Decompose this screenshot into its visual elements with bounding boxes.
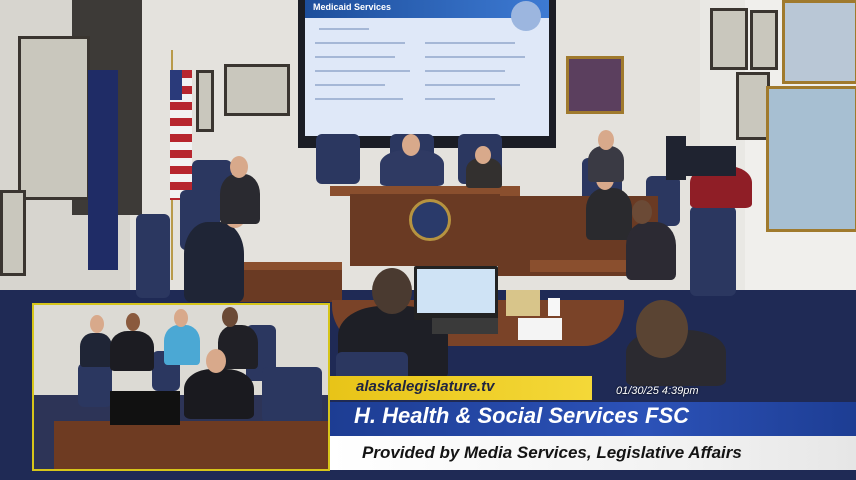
person-head xyxy=(206,349,226,373)
slide-text-line xyxy=(315,70,410,72)
pip-monitor xyxy=(110,391,180,425)
website-text: alaskalegislature.tv xyxy=(356,378,495,395)
chair xyxy=(316,134,360,184)
member-person xyxy=(164,325,200,365)
chair xyxy=(262,367,322,423)
laptop-monitor xyxy=(414,266,498,320)
person-head xyxy=(598,130,614,150)
person-head xyxy=(90,315,104,333)
credit-text: Provided by Media Services, Legislative … xyxy=(362,443,742,462)
state-seal-icon xyxy=(409,199,451,241)
chair xyxy=(690,206,736,296)
wall-picture-frame xyxy=(0,190,26,276)
member-person xyxy=(626,222,676,280)
member-person xyxy=(588,146,624,182)
member-person xyxy=(220,174,260,224)
slide-text-line xyxy=(315,84,385,86)
desk-monitor xyxy=(666,136,686,180)
person-head xyxy=(372,268,412,314)
slide-text-line xyxy=(425,56,525,58)
chair xyxy=(78,363,112,407)
wall-picture-frame xyxy=(196,70,214,132)
committee-title-text: H. Health & Social Services FSC xyxy=(354,403,690,428)
alaska-flag xyxy=(88,70,118,270)
person-head xyxy=(126,313,140,331)
person-head xyxy=(475,146,491,164)
person-head xyxy=(222,307,238,327)
pip-counter xyxy=(54,421,328,469)
person-head xyxy=(632,200,652,224)
member-person xyxy=(80,333,112,367)
member-person xyxy=(586,188,632,240)
wall-map-frame xyxy=(782,0,856,84)
picture-in-picture-camera xyxy=(32,303,330,471)
desk-speaker xyxy=(506,290,540,316)
person-head xyxy=(636,300,688,358)
projector-screen: Medicaid Services xyxy=(305,0,549,136)
person-head xyxy=(402,134,420,156)
wall-picture-frame xyxy=(736,72,770,140)
committee-room-video-frame: Medicaid Services alaskalegislature.tv 0… xyxy=(0,0,856,480)
member-person xyxy=(110,331,154,371)
slide-text-line xyxy=(425,42,515,44)
wall-portrait-frame xyxy=(566,56,624,114)
wall-map-frame xyxy=(18,36,90,200)
slide-text-line xyxy=(425,70,505,72)
slide-text-line xyxy=(315,98,403,100)
paper-cup xyxy=(548,298,560,316)
slide-text-line xyxy=(319,28,369,30)
paper-notepad xyxy=(518,318,562,340)
person-head xyxy=(230,156,248,178)
us-flag-canton xyxy=(170,70,182,100)
wall-picture-frame xyxy=(224,64,290,116)
keyboard xyxy=(432,318,498,334)
slide-text-line xyxy=(425,84,520,86)
wall-map-frame xyxy=(766,86,856,232)
member-person xyxy=(184,369,254,419)
chair xyxy=(136,214,170,298)
slide-text-line xyxy=(315,56,395,58)
person-head xyxy=(174,309,188,327)
slide-text-line xyxy=(315,42,405,44)
seal-icon xyxy=(511,1,541,31)
wall-picture-frame xyxy=(710,8,748,70)
slide-title: Medicaid Services xyxy=(313,2,392,12)
timestamp-text: 01/30/25 4:39pm xyxy=(616,385,699,397)
member-person xyxy=(184,222,244,302)
wall-picture-frame xyxy=(750,10,778,70)
desk-monitor xyxy=(686,146,736,176)
slide-text-line xyxy=(425,98,495,100)
